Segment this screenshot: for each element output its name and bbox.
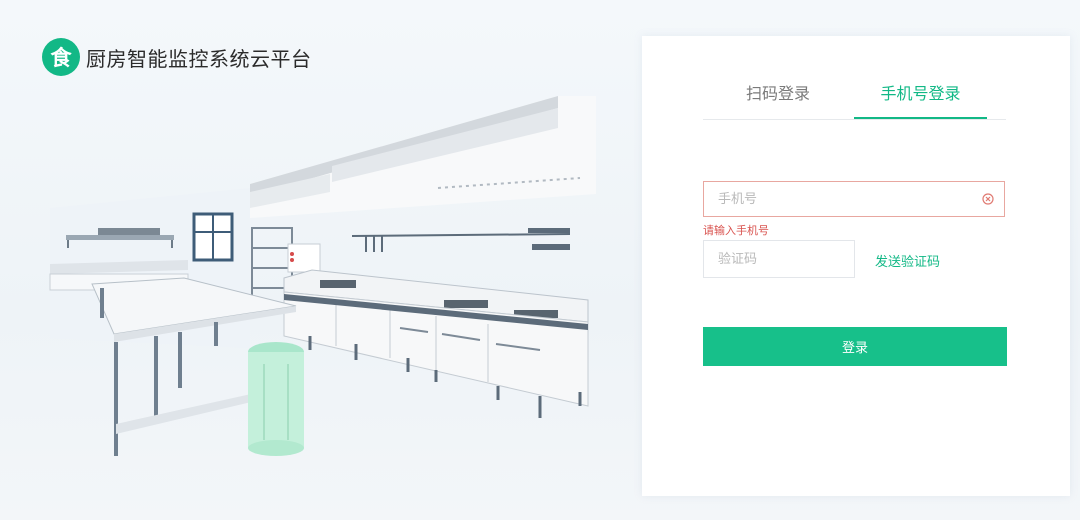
- close-circle-icon[interactable]: [982, 193, 994, 205]
- login-button[interactable]: 登录: [703, 327, 1007, 366]
- tab-qr-login[interactable]: 扫码登录: [703, 80, 853, 117]
- brand-header: 食 厨房智能监控系统云平台: [42, 38, 312, 76]
- kitchen-illustration: [49, 96, 596, 456]
- phone-error-message: 请输入手机号: [703, 224, 769, 237]
- phone-input[interactable]: [704, 182, 968, 216]
- verification-code-input[interactable]: [704, 241, 848, 277]
- send-code-link[interactable]: 发送验证码: [875, 251, 940, 270]
- login-panel: 扫码登录 手机号登录 请输入手机号 发送验证码 登录: [642, 36, 1070, 496]
- login-tabs: 扫码登录 手机号登录: [703, 80, 1006, 120]
- app-title: 厨房智能监控系统云平台: [86, 46, 312, 71]
- tab-phone-login[interactable]: 手机号登录: [854, 80, 987, 119]
- phone-field: [703, 181, 1005, 217]
- code-field: [703, 240, 855, 278]
- food-logo-icon: 食: [42, 38, 80, 76]
